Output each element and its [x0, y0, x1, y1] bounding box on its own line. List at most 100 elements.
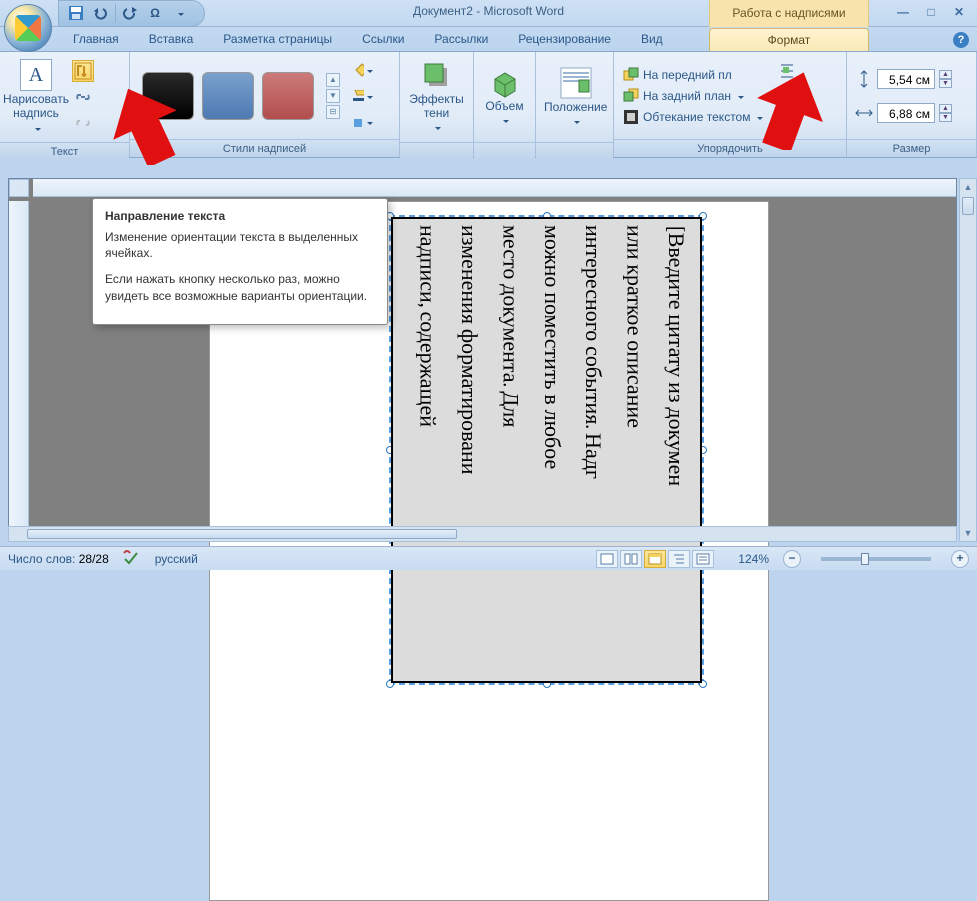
gallery-scroll: ▲ ▼ ⊟ [326, 73, 340, 119]
textbox-letter-icon: A [20, 59, 52, 91]
qat-customize-button[interactable] [168, 2, 190, 24]
horizontal-scroll-thumb[interactable] [27, 529, 457, 539]
link-icon [75, 89, 91, 105]
position-button[interactable]: Положение [542, 56, 609, 138]
textbox-content[interactable]: [Введите цитату из докумен или краткое о… [391, 217, 702, 683]
undo-icon [92, 5, 108, 21]
create-link-button[interactable] [72, 86, 94, 108]
ribbon-group-text: A Нарисовать надпись Текст [0, 52, 130, 157]
fullscreen-icon [624, 553, 638, 565]
tab-format[interactable]: Формат [709, 28, 869, 51]
view-draft-button[interactable] [692, 550, 714, 568]
shadow-icon [421, 60, 453, 92]
3d-effects-button[interactable]: Объем [477, 56, 533, 138]
bring-to-front-button[interactable]: На передний пл [620, 66, 766, 84]
textbox-line: интересного события. Надг [574, 225, 611, 675]
help-button[interactable]: ? [953, 32, 969, 48]
horizontal-ruler[interactable] [33, 179, 956, 197]
gallery-up-button[interactable]: ▲ [326, 73, 340, 87]
doc-name: Документ2 [413, 4, 473, 18]
word-count[interactable]: Число слов: 28/28 [8, 552, 109, 566]
pencil-icon [353, 90, 364, 102]
text-wrapping-button[interactable]: Обтекание текстом [620, 108, 766, 126]
tab-references[interactable]: Ссылки [347, 27, 419, 51]
ribbon-group-label-arrange: Упорядочить [614, 139, 846, 157]
minimize-button[interactable]: — [893, 4, 913, 20]
ribbon-group-label-text: Текст [0, 142, 129, 160]
tab-mailings[interactable]: Рассылки [419, 27, 503, 51]
tab-view[interactable]: Вид [626, 27, 678, 51]
scroll-up-button[interactable]: ▲ [960, 179, 976, 195]
draw-textbox-button[interactable]: A Нарисовать надпись [6, 56, 66, 138]
text-direction-icon [74, 62, 92, 80]
shape-width-input[interactable]: 6,88 см [877, 103, 935, 123]
align-button[interactable] [776, 60, 798, 82]
textbox-line: юота с [391, 225, 404, 675]
zoom-out-button[interactable]: − [783, 550, 801, 568]
cube-icon [489, 67, 521, 99]
rotate-button[interactable] [776, 110, 798, 132]
close-button[interactable]: ✕ [949, 4, 969, 20]
bring-front-icon [623, 67, 639, 83]
ribbon-group-3d: Объем [474, 52, 536, 157]
tooltip-text: Изменение ориентации текста в выделенных… [105, 229, 375, 261]
language-indicator[interactable]: русский [155, 552, 198, 566]
undo-button[interactable] [89, 2, 111, 24]
view-full-screen-button[interactable] [620, 550, 642, 568]
style-gallery[interactable]: ▲ ▼ ⊟ [136, 72, 346, 120]
textbox-selection[interactable]: [Введите цитату из докумен или краткое о… [389, 215, 704, 685]
quick-access-toolbar: Ω [58, 0, 205, 27]
horizontal-scrollbar[interactable] [8, 526, 957, 542]
vertical-ruler[interactable] [9, 201, 29, 527]
send-back-icon [623, 88, 639, 104]
tab-page-layout[interactable]: Разметка страницы [208, 27, 347, 51]
gallery-more-button[interactable]: ⊟ [326, 105, 340, 119]
separator [115, 4, 116, 22]
view-outline-button[interactable] [668, 550, 690, 568]
zoom-in-button[interactable]: + [951, 550, 969, 568]
office-button[interactable] [4, 4, 52, 52]
style-swatch-blue[interactable] [202, 72, 254, 120]
change-shape-button[interactable] [352, 111, 374, 133]
vertical-scrollbar[interactable]: ▲ ▼ [959, 178, 977, 542]
textbox-line: изменения форматировани [450, 225, 487, 675]
scroll-down-button[interactable]: ▼ [960, 525, 976, 541]
width-down-button[interactable]: ▼ [939, 113, 952, 122]
style-swatch-red[interactable] [262, 72, 314, 120]
shape-outline-button[interactable] [352, 85, 374, 107]
zoom-level[interactable]: 124% [738, 552, 769, 566]
tab-review[interactable]: Рецензирование [503, 27, 626, 51]
vertical-scroll-thumb[interactable] [962, 197, 974, 215]
break-link-button[interactable] [72, 112, 94, 134]
gallery-down-button[interactable]: ▼ [326, 89, 340, 103]
shape-fill-button[interactable] [352, 59, 374, 81]
height-up-button[interactable]: ▲ [939, 70, 952, 79]
omega-button[interactable]: Ω [144, 2, 166, 24]
status-bar: Число слов: 28/28 русский 124% − + [0, 546, 977, 570]
align-icon [779, 63, 795, 79]
send-to-back-button[interactable]: На задний план [620, 87, 766, 105]
redo-button[interactable] [120, 2, 142, 24]
tab-home[interactable]: Главная [58, 27, 134, 51]
view-print-layout-button[interactable] [596, 550, 618, 568]
window-controls: — □ ✕ [893, 4, 969, 20]
shape-height-input[interactable]: 5,54 см [877, 69, 935, 89]
height-down-button[interactable]: ▼ [939, 79, 952, 88]
ribbon-group-label-styles: Стили надписей [130, 139, 399, 157]
zoom-slider-thumb[interactable] [861, 553, 869, 565]
group-button[interactable] [776, 85, 798, 107]
shadow-effects-button[interactable]: Эффекты тени [405, 56, 469, 138]
tab-insert[interactable]: Вставка [134, 27, 209, 51]
width-up-button[interactable]: ▲ [939, 104, 952, 113]
spellcheck-icon[interactable] [123, 549, 141, 568]
text-direction-button[interactable] [72, 60, 94, 82]
ruler-corner [9, 179, 29, 197]
textbox-line: или краткое описание [615, 225, 652, 675]
restore-button[interactable]: □ [921, 4, 941, 20]
ribbon-group-position: Положение [536, 52, 614, 157]
save-button[interactable] [65, 2, 87, 24]
view-web-layout-button[interactable] [644, 550, 666, 568]
outline-icon [672, 553, 686, 565]
zoom-slider[interactable] [821, 557, 931, 561]
style-swatch-black[interactable] [142, 72, 194, 120]
